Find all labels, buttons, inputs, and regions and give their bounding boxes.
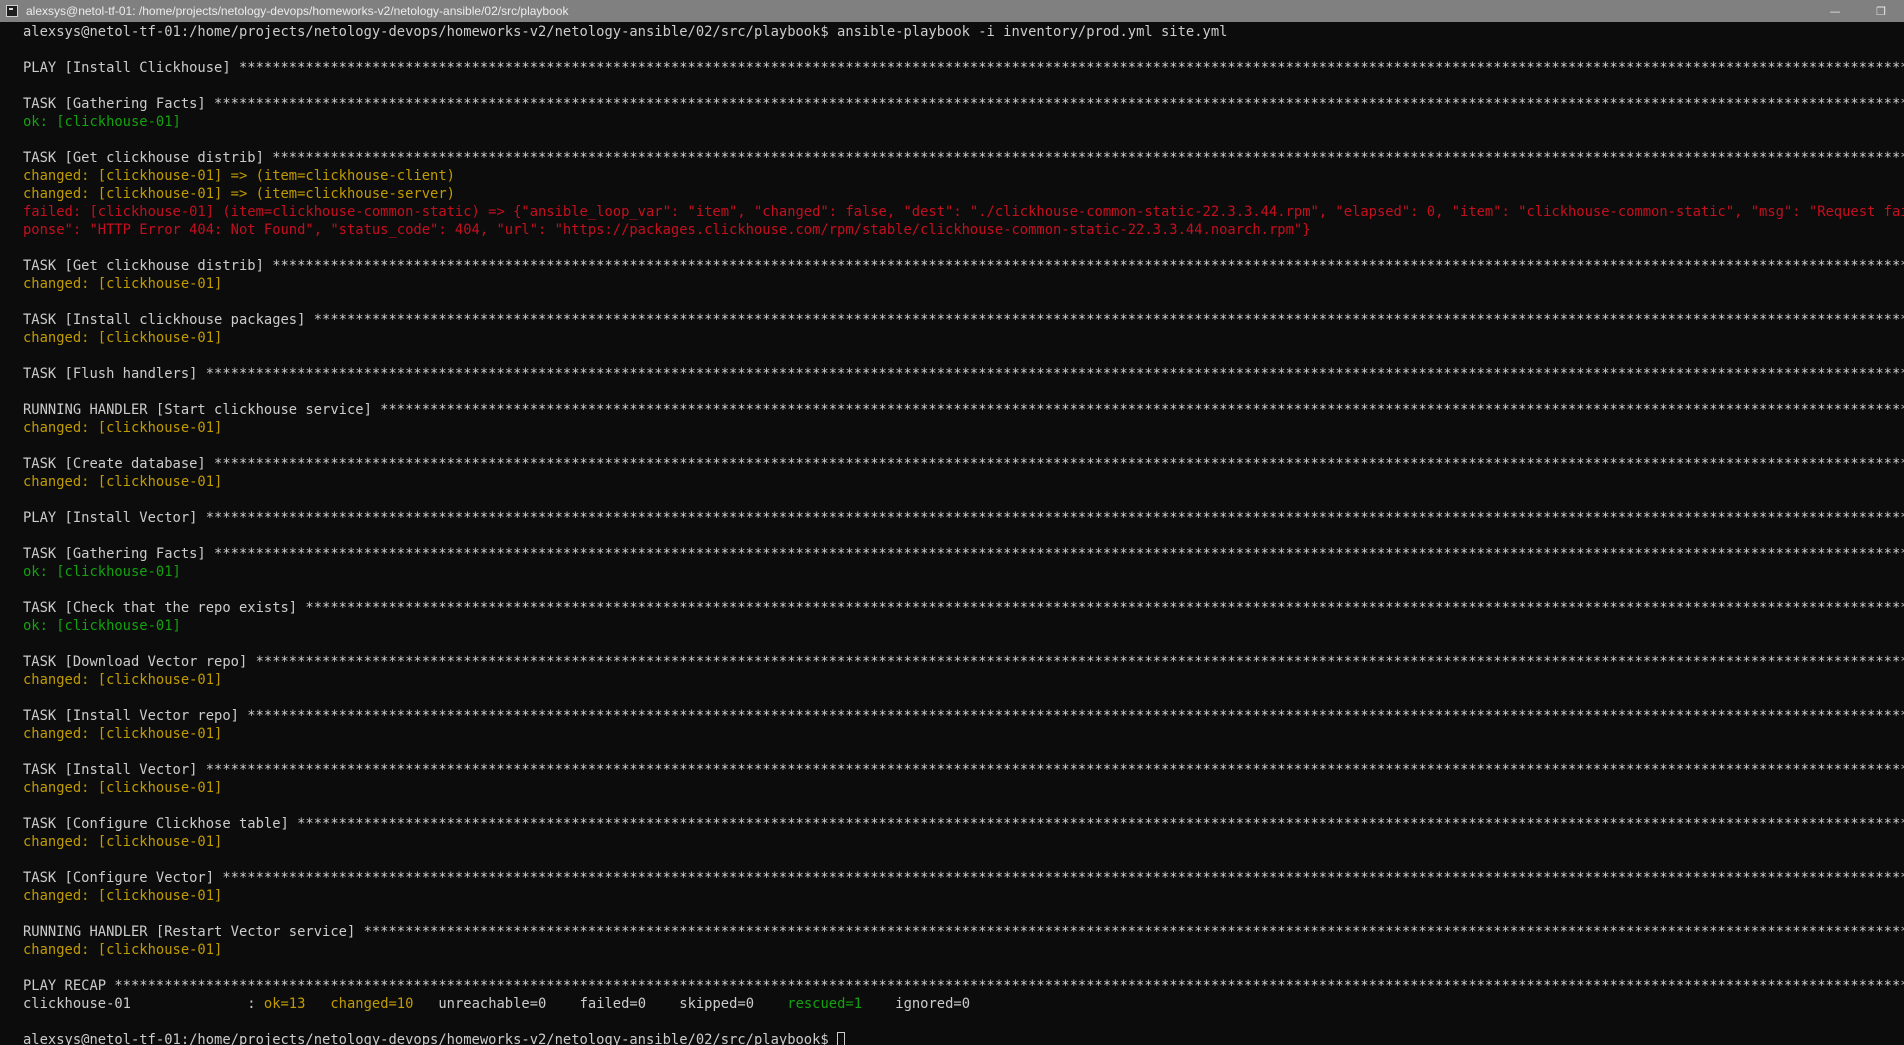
maximize-button[interactable]: ❐ xyxy=(1858,0,1904,22)
log-line: ponse": "HTTP Error 404: Not Found", "st… xyxy=(23,222,1311,238)
recap-rescued: rescued=1 xyxy=(787,996,863,1012)
log-line: TASK [Download Vector repo] ************… xyxy=(23,654,1904,670)
window-controls: — ❐ xyxy=(1812,0,1904,22)
command: ansible-playbook -i inventory/prod.yml s… xyxy=(837,24,1228,40)
log-line: changed: [clickhouse-01] xyxy=(23,672,223,688)
log-line: changed: [clickhouse-01] xyxy=(23,888,223,904)
recap-ignored: ignored=0 xyxy=(895,996,971,1012)
log-line: changed: [clickhouse-01] xyxy=(23,726,223,742)
title-bar[interactable]: alexsys@netol-tf-01: /home/projects/neto… xyxy=(0,0,1904,22)
log-line: TASK [Create database] *****************… xyxy=(23,456,1904,472)
log-line: ok: [clickhouse-01] xyxy=(23,618,181,634)
log-line: TASK [Configure Clickhose table] *******… xyxy=(23,816,1904,832)
window-title: alexsys@netol-tf-01: /home/projects/neto… xyxy=(26,4,569,18)
minimize-button[interactable]: — xyxy=(1812,0,1858,22)
recap-changed: changed=10 xyxy=(330,996,414,1012)
log-line: ok: [clickhouse-01] xyxy=(23,564,181,580)
log-line: changed: [clickhouse-01] xyxy=(23,780,223,796)
log-line: TASK [Gathering Facts] *****************… xyxy=(23,96,1904,112)
recap-unreachable: unreachable=0 xyxy=(438,996,547,1012)
log-output: PLAY [Install Clickhouse] **************… xyxy=(23,41,1904,995)
log-line: TASK [Check that the repo exists] ******… xyxy=(23,600,1904,616)
log-line: ok: [clickhouse-01] xyxy=(23,114,181,130)
recap-gap xyxy=(305,996,330,1012)
log-line: TASK [Get clickhouse distrib] **********… xyxy=(23,258,1904,274)
prompt: alexsys@netol-tf-01:/home/projects/netol… xyxy=(23,24,838,40)
log-line: changed: [clickhouse-01] => (item=clickh… xyxy=(23,168,455,184)
log-line: PLAY [Install Clickhouse] **************… xyxy=(23,60,1904,76)
log-line: TASK [Install Vector repo] *************… xyxy=(23,708,1904,724)
log-line: changed: [clickhouse-01] xyxy=(23,834,223,850)
log-line: changed: [clickhouse-01] => (item=clickh… xyxy=(23,186,455,202)
log-line: TASK [Install clickhouse packages] *****… xyxy=(23,312,1904,328)
recap-skipped: skipped=0 xyxy=(679,996,755,1012)
log-line: TASK [Install Vector] ******************… xyxy=(23,762,1904,778)
log-line: changed: [clickhouse-01] xyxy=(23,420,223,436)
log-line: TASK [Get clickhouse distrib] **********… xyxy=(23,150,1904,166)
log-line: changed: [clickhouse-01] xyxy=(23,474,223,490)
recap-gap xyxy=(413,996,438,1012)
log-line: RUNNING HANDLER [Start clickhouse servic… xyxy=(23,402,1904,418)
log-line: TASK [Flush handlers] ******************… xyxy=(23,366,1904,382)
final-prompt-line[interactable]: alexsys@netol-tf-01:/home/projects/netol… xyxy=(23,1031,1904,1045)
log-line: TASK [Configure Vector] ****************… xyxy=(23,870,1904,886)
terminal-output[interactable]: alexsys@netol-tf-01:/home/projects/netol… xyxy=(23,23,1904,1045)
recap-gap xyxy=(862,996,895,1012)
final-prompt: alexsys@netol-tf-01:/home/projects/netol… xyxy=(23,1032,838,1045)
text-cursor xyxy=(837,1032,846,1045)
log-line: PLAY [Install Vector] ******************… xyxy=(23,510,1904,526)
recap-gap xyxy=(754,996,787,1012)
log-line: TASK [Gathering Facts] *****************… xyxy=(23,546,1904,562)
recap-failed: failed=0 xyxy=(579,996,647,1012)
log-line: changed: [clickhouse-01] xyxy=(23,330,223,346)
command-line: alexsys@netol-tf-01:/home/projects/netol… xyxy=(23,23,1904,41)
log-line: failed: [clickhouse-01] (item=clickhouse… xyxy=(23,204,1904,220)
terminal-app-icon xyxy=(6,5,18,17)
recap-gap xyxy=(646,996,679,1012)
recap-host: clickhouse-01 : xyxy=(23,996,264,1012)
recap-line: clickhouse-01 : ok=13 changed=10 unreach… xyxy=(23,995,1904,1013)
terminal-window: alexsys@netol-tf-01: /home/projects/neto… xyxy=(0,0,1904,1045)
log-line: PLAY RECAP *****************************… xyxy=(23,978,1904,994)
log-line: changed: [clickhouse-01] xyxy=(23,276,223,292)
log-line: changed: [clickhouse-01] xyxy=(23,942,223,958)
log-line: RUNNING HANDLER [Restart Vector service]… xyxy=(23,924,1904,940)
recap-gap xyxy=(546,996,579,1012)
recap-ok: ok=13 xyxy=(263,996,306,1012)
